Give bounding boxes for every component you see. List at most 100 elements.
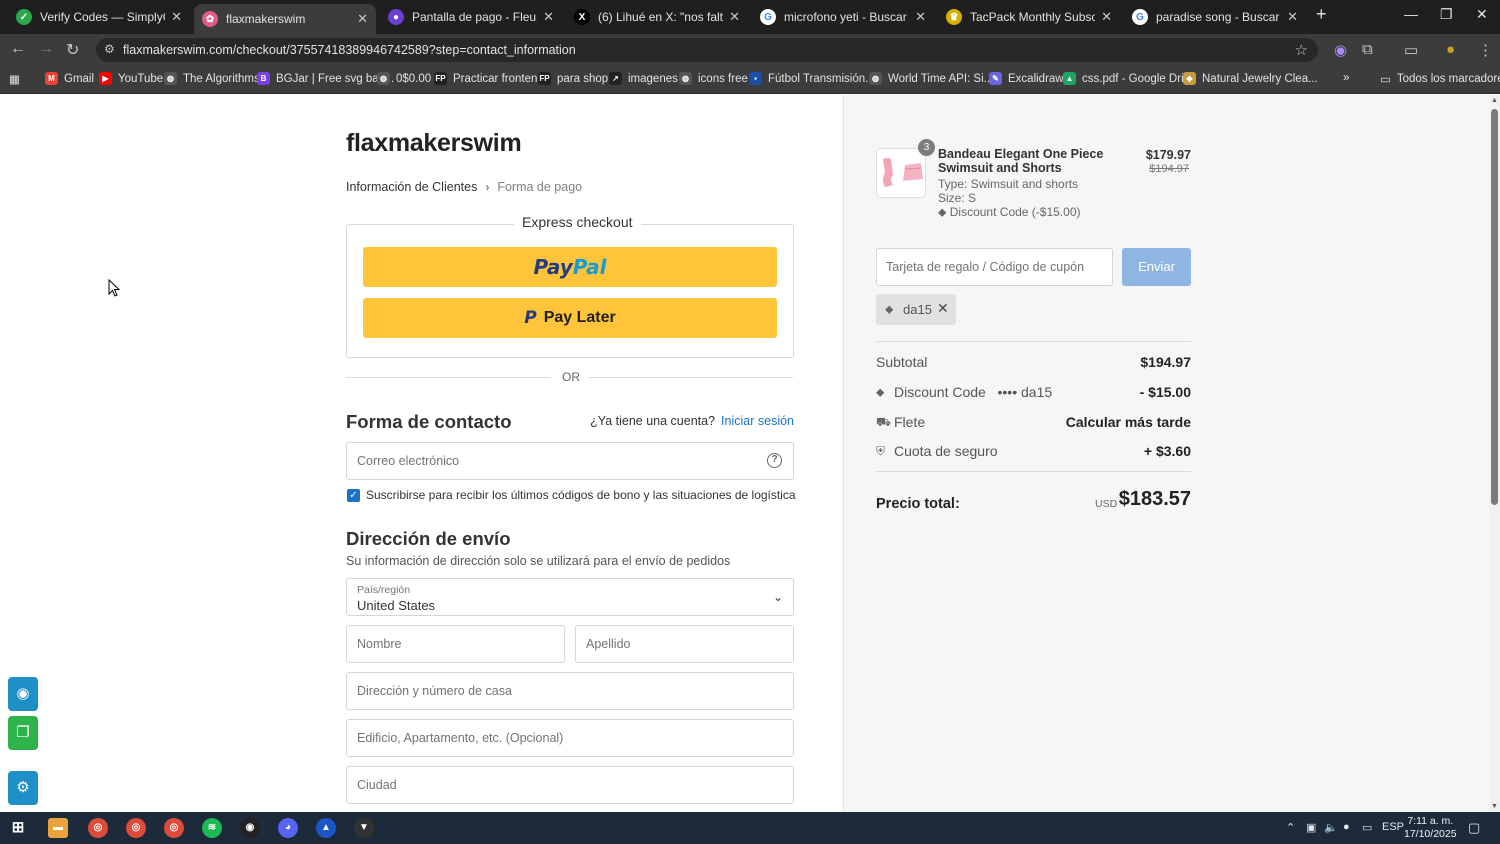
bookmark-natural-jewelry[interactable]: ◆ Natural Jewelry Clea... [1183,72,1318,85]
volume-icon[interactable]: 🔈 [1324,821,1338,834]
spotify-icon[interactable]: ≋ [202,818,222,838]
login-link[interactable]: Iniciar sesión [721,414,794,428]
restore-icon[interactable]: ❐ [1440,6,1453,23]
network-icon[interactable]: ▭ [1362,821,1372,834]
tab-google-paradise[interactable]: G paradise song - Buscar con Go ✕ [1124,4,1306,30]
chrome-profile-icon[interactable]: ◎ [126,818,146,838]
bookmark-excalidraw[interactable]: ✎ Excalidraw [989,72,1064,85]
email-field[interactable]: Correo electrónico ? [346,442,794,480]
breadcrumb-step-payment: Forma de pago [497,180,583,194]
close-tab-icon[interactable]: ✕ [729,9,740,25]
remove-coupon-icon[interactable]: ✕ [937,300,949,317]
forward-icon[interactable]: → [38,40,54,58]
meet-icon[interactable]: ▣ [1306,821,1316,834]
close-tab-icon[interactable]: ✕ [171,9,182,25]
close-tab-icon[interactable]: ✕ [1101,9,1112,25]
first-name-field[interactable]: Nombre [346,625,565,663]
app-2-icon[interactable]: ▼ [354,818,374,838]
tab-tacpack[interactable]: ♛ TacPack Monthly Subscription B ✕ [938,4,1120,30]
help-icon[interactable]: ? [767,453,782,468]
reload-icon[interactable]: ↻ [66,40,79,60]
all-bookmarks-folder[interactable]: ▭ Todos los marcadores [1380,72,1500,86]
store-brand[interactable]: flaxmakerswim [346,129,522,158]
city-field[interactable]: Ciudad [346,766,794,804]
bookmark-bgjar[interactable]: B BGJar | Free svg bac... [257,72,394,85]
scroll-up-icon[interactable]: ▲ [1491,97,1498,104]
bookmark-gmail[interactable]: M Gmail [45,72,94,85]
notifications-icon[interactable]: ▢ [1468,820,1480,836]
extensions-puzzle-icon[interactable]: ⧉ [1362,41,1373,58]
coupon-input[interactable]: Tarjeta de regalo / Código de cupón [876,248,1113,286]
fp-icon: FP [434,72,447,85]
subscribe-label[interactable]: Suscribirse para recibir los últimos cód… [366,488,796,502]
bookmark-money[interactable]: ◍ 0$0.00 [377,72,431,85]
close-tab-icon[interactable]: ✕ [1287,9,1298,25]
apps-grid-icon[interactable]: ▦ [9,72,20,86]
breadcrumb: Información de Clientes › Forma de pago [346,180,582,194]
folder-icon: ▭ [1380,74,1391,86]
minimize-icon[interactable]: — [1404,6,1418,22]
close-window-icon[interactable]: ✕ [1476,6,1488,23]
more-bookmarks-icon[interactable]: » [1343,72,1349,84]
discord-icon[interactable]: ◕ [278,818,298,838]
address2-field[interactable]: Edificio, Apartamento, etc. (Opcional) [346,719,794,757]
cast-icon[interactable]: ▭ [1404,41,1418,59]
windows-start-icon[interactable]: ⊞ [8,818,28,838]
scrollbar-thumb[interactable] [1491,109,1498,505]
divider-line [876,471,1191,472]
tab-x[interactable]: X (6) Lihué en X: "nos faltaba gen ✕ [566,4,748,30]
extension-icon[interactable]: ◉ [1334,41,1347,59]
last-name-field[interactable]: Apellido [575,625,794,663]
address-bar[interactable]: ⚙ flaxmakerswim.com/checkout/37557418389… [96,38,1318,62]
chrome-profile-2-icon[interactable]: ◎ [164,818,184,838]
copy-widget-button[interactable]: ❐ [8,716,38,750]
subscribe-checkbox[interactable]: ✓ [347,489,360,502]
site-info-icon[interactable]: ⚙ [104,42,115,56]
tab-fleur-bee[interactable]: ● Pantalla de pago - Fleur & Bee ✕ [380,4,562,30]
bookmark-imagenes[interactable]: ↗ imagenes [609,72,678,85]
eye-widget-button[interactable]: ◉ [8,677,38,711]
page-scrollbar[interactable]: ▲ ▼ [1489,95,1500,812]
chrome-icon[interactable]: ◎ [88,818,108,838]
paypal-button[interactable]: PayPal [363,247,777,287]
breadcrumb-step-info[interactable]: Información de Clientes [346,180,477,194]
bookmark-icons-free[interactable]: ◍ icons free [679,72,748,85]
microphone-icon[interactable]: ● [1343,821,1350,833]
x-logo-icon: X [574,9,590,25]
tray-expand-icon[interactable]: ⌃ [1286,821,1295,834]
file-explorer-icon[interactable]: ▬ [48,818,68,838]
bookmark-the-algorithms[interactable]: ◍ The Algorithms [164,72,260,85]
profile-avatar-icon[interactable]: ● [1446,41,1455,58]
bookmark-futbol[interactable]: ▪ Fútbol Transmisión... [749,72,875,85]
close-tab-icon[interactable]: ✕ [543,9,554,25]
close-tab-icon[interactable]: ✕ [357,11,368,27]
tab-google-yeti[interactable]: G microfono yeti - Buscar con Go ✕ [752,4,934,30]
bookmark-star-icon[interactable]: ☆ [1295,41,1308,59]
tab-flaxmakerswim[interactable]: ✿ flaxmakerswim ✕ [194,4,376,34]
tab-simplycodes[interactable]: ✓ Verify Codes — SimplyCodes ✕ [8,4,190,30]
paypal-pay-later-button[interactable]: P Pay Later [363,298,777,338]
close-tab-icon[interactable]: ✕ [915,9,926,25]
scroll-down-icon[interactable]: ▼ [1491,803,1498,810]
arc-app-icon[interactable]: ▲ [316,818,336,838]
address-field[interactable]: Dirección y número de casa [346,672,794,710]
bookmark-world-time[interactable]: ◍ World Time API: Si... [869,72,993,85]
bookmark-youtube[interactable]: ▶ YouTube [99,72,163,85]
express-checkout-title: Express checkout [514,214,641,230]
shipping-note: Su información de dirección solo se util… [346,554,731,568]
app-icon[interactable]: ◉ [240,818,260,838]
chevron-down-icon: ⌄ [772,590,783,604]
bookmark-css-pdf[interactable]: ▲ css.pdf - Google Dri... [1063,72,1193,85]
bookmark-practicar-frontend[interactable]: FP Practicar frontend [434,72,544,85]
bookmark-para-shop[interactable]: FP para shop [538,72,608,85]
apply-coupon-button[interactable]: Enviar [1122,248,1191,286]
country-select[interactable]: País/región United States ⌄ [346,578,794,616]
back-icon[interactable]: ← [10,40,26,58]
excalidraw-icon: ✎ [989,72,1002,85]
system-clock[interactable]: 7:11 a. m. 17/10/2025 [1404,815,1457,841]
settings-widget-button[interactable]: ⚙ [8,771,38,805]
shipping-row: ⛟ Flete Calcular más tarde [876,414,1191,430]
new-tab-button[interactable]: + [1316,4,1327,25]
language-indicator[interactable]: ESP [1382,821,1404,833]
menu-kebab-icon[interactable]: ⋮ [1478,41,1493,59]
